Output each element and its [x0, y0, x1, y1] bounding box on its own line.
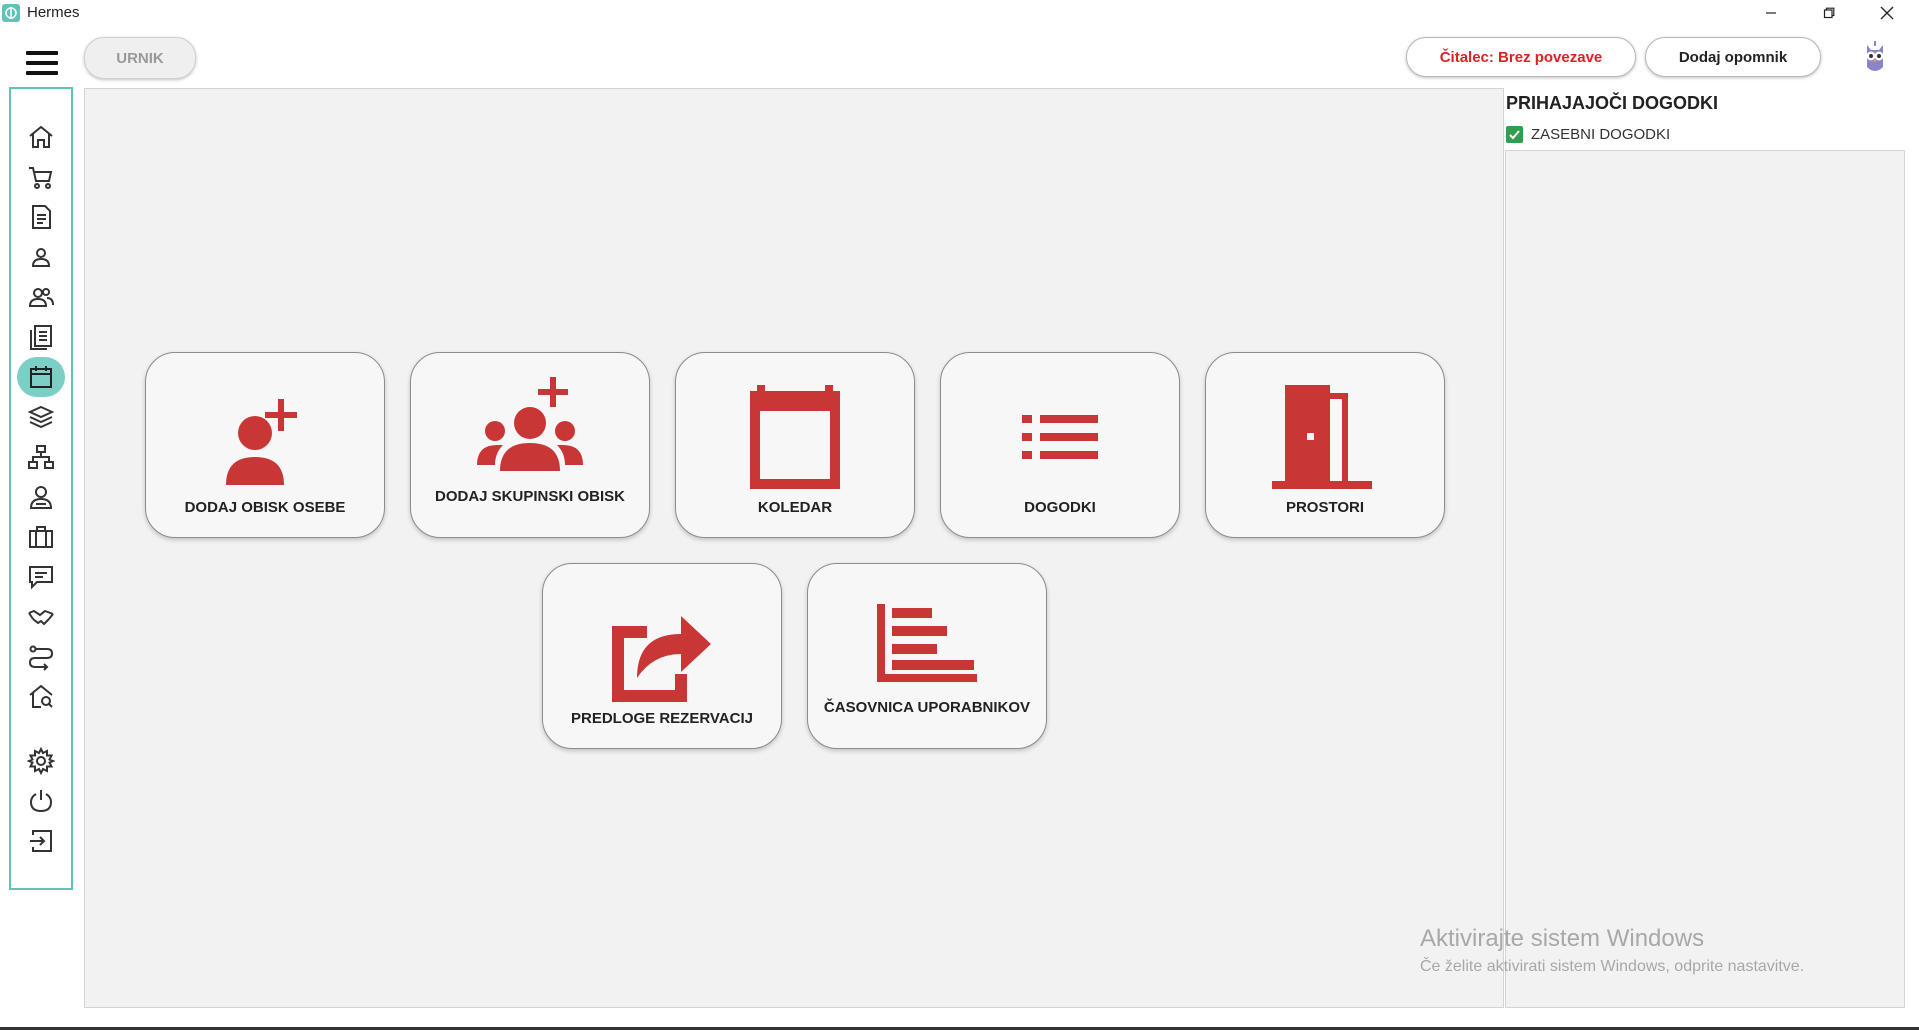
urnik-button[interactable]: URNIK [84, 37, 196, 79]
sidebar-item-logout[interactable] [25, 825, 57, 857]
title-bar: Hermes [0, 0, 1919, 26]
home-icon [29, 125, 53, 148]
tile-dodaj-obisk-osebe[interactable]: DODAJ OBISK OSEBE [145, 352, 385, 538]
private-events-checkbox[interactable] [1506, 126, 1523, 143]
sidebar-item-records[interactable] [25, 321, 57, 353]
door-icon [1272, 385, 1372, 489]
tile-label: DODAJ OBISK OSEBE [184, 499, 346, 516]
sidebar-item-briefcase[interactable] [25, 521, 57, 553]
tile-dogodki[interactable]: DOGODKI [940, 352, 1180, 538]
share-icon [612, 616, 711, 702]
windows-activation-hint: Če želite aktivirati sistem Windows, odp… [1420, 958, 1805, 975]
windows-activation-watermark: Aktivirajte sistem Windows [1420, 925, 1705, 952]
app-logo-icon [2, 4, 20, 22]
sidebar-item-home-search[interactable] [25, 681, 57, 713]
list-icon [1022, 415, 1098, 459]
citalec-status-button[interactable]: Čitalec: Brez povezave [1406, 37, 1636, 77]
owl-avatar-icon[interactable] [1857, 37, 1893, 77]
person-icon [31, 248, 51, 267]
sidebar-item-documents[interactable] [25, 201, 57, 233]
window-title: Hermes [27, 4, 80, 21]
tile-label: KOLEDAR [757, 499, 833, 516]
sidebar-item-user-badge[interactable] [25, 481, 57, 513]
cart-icon [29, 167, 53, 189]
user-badge-icon [29, 486, 53, 509]
tile-label: DODAJ SKUPINSKI OBISK [434, 488, 626, 505]
upcoming-events-title: PRIHAJAJOČI DOGODKI [1506, 93, 1719, 113]
sidebar-item-person[interactable] [25, 241, 57, 273]
add-group-icon [477, 377, 583, 471]
sidebar-item-group[interactable] [25, 281, 57, 313]
hamburger-menu-icon[interactable] [26, 51, 58, 75]
briefcase-icon [29, 526, 53, 548]
sidebar-item-handshake[interactable] [25, 601, 57, 633]
layers-icon [27, 405, 55, 429]
sidebar-item-hierarchy[interactable] [25, 441, 57, 473]
handshake-icon [28, 609, 54, 626]
add-reminder-button[interactable]: Dodaj opomnik [1645, 37, 1821, 77]
logout-icon [30, 830, 52, 852]
sidebar-item-settings[interactable] [25, 745, 57, 777]
home-search-icon [29, 684, 53, 708]
calendar-icon [750, 385, 840, 489]
upcoming-events-list[interactable] [1505, 150, 1905, 1008]
tile-label: PREDLOGE REZERVACIJ [571, 710, 753, 727]
main-content: DODAJ OBISK OSEBE DODAJ SKUPINSKI OBISK [84, 88, 1504, 1008]
tile-koledar[interactable]: KOLEDAR [675, 352, 915, 538]
hierarchy-icon [28, 445, 54, 469]
route-icon [28, 645, 54, 671]
power-icon [29, 790, 53, 813]
sidebar-item-calendar[interactable] [17, 357, 65, 397]
sidebar-item-route[interactable] [25, 641, 57, 673]
minimize-button[interactable] [1742, 0, 1800, 26]
tile-label: ČASOVNICA UPORABNIKOV [823, 699, 1031, 716]
restore-icon [1823, 7, 1835, 19]
tile-casovnica-uporabnikov[interactable]: ČASOVNICA UPORABNIKOV [807, 563, 1047, 749]
tile-label: PROSTORI [1285, 499, 1365, 516]
chat-icon [29, 566, 53, 590]
tile-dodaj-skupinski-obisk[interactable]: DODAJ SKUPINSKI OBISK [410, 352, 650, 538]
calendar-icon [30, 366, 52, 388]
sidebar-item-power[interactable] [25, 785, 57, 817]
add-person-icon [226, 399, 297, 485]
tile-prostori[interactable]: PROSTORI [1205, 352, 1445, 538]
minimize-icon [1766, 12, 1776, 14]
group-icon [28, 288, 54, 307]
sidebar-item-layers[interactable] [25, 401, 57, 433]
sidebar-item-chat[interactable] [25, 561, 57, 593]
document-icon [32, 205, 51, 229]
tile-label: DOGODKI [1024, 499, 1096, 516]
gear-icon [27, 747, 55, 775]
tile-predloge-rezervacij[interactable]: PREDLOGE REZERVACIJ [542, 563, 782, 749]
checkmark-icon [1509, 130, 1520, 140]
restore-button[interactable] [1800, 0, 1858, 26]
sidebar-item-home[interactable] [25, 121, 57, 153]
sidebar-item-cart[interactable] [25, 161, 57, 193]
close-button[interactable] [1858, 0, 1916, 26]
private-events-label: ZASEBNI DOGODKI [1531, 126, 1671, 143]
list-document-icon [30, 325, 52, 350]
sidebar [9, 87, 73, 890]
close-icon [1880, 6, 1894, 20]
timeline-icon [877, 604, 977, 682]
